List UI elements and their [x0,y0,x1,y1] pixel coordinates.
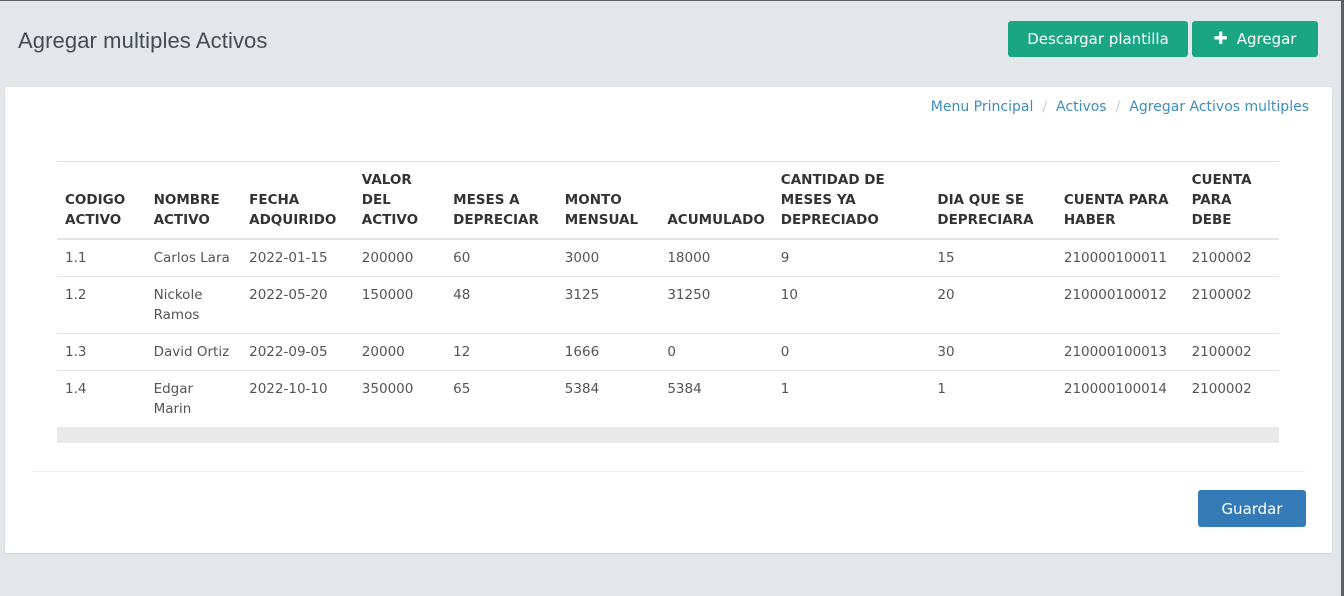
table-cell-cantidad: 10 [772,276,930,334]
table-cell-acumulado: 31250 [659,276,773,334]
column-header-line: MESES A [453,192,520,208]
breadcrumb-separator: / [1115,99,1121,115]
column-header-codigo: CODIGO ACTIVO [57,161,146,240]
table-cell-cuenta-haber: 210000100011 [1055,239,1184,277]
column-header-cuenta-haber: CUENTA PARA HABER [1055,161,1184,240]
table-cell-monto: 3000 [556,239,660,277]
table-cell-valor: 200000 [353,239,446,277]
table-cell-dia: 1 [937,381,946,397]
column-header-line: DEPRECIAR [453,212,539,228]
column-header-line: ACTIVO [361,212,419,228]
table-cell-monto: 1666 [556,333,660,371]
table-cell-cuenta-debe: 2100002 [1191,381,1252,397]
table-row: 1.2 Nickole Ramos 2022-05-20 150000 48 3125 31… [57,276,1279,334]
column-header-meses: MESES A DEPRECIAR [445,161,557,240]
column-header-dia: DIA QUE SE DEPRECIARA [929,161,1056,240]
table-cell-monto: 3125 [556,276,660,334]
table-cell-fecha: 2022-01-15 [241,239,354,277]
table-cell-dia: 30 [929,333,1056,371]
table-cell-cuenta-haber: 210000100013 [1055,333,1184,371]
column-header-line: VALOR DEL [361,172,412,208]
table-header-row: CODIGO ACTIVO NOMBRE ACTIVO FECHA ADQUIRIDO VA… [57,161,1279,240]
table-cell-meses: 60 [445,239,557,277]
table-cell-nombre: Edgar Marin [153,381,194,417]
breadcrumb-activos[interactable]: Activos [1056,99,1107,115]
column-header-line: CUENTA PARA [1063,192,1169,208]
column-header-monto: MONTO MENSUAL [556,161,660,240]
breadcrumb: Menu Principal / Activos / Agregar Activ… [931,99,1309,115]
column-header-line: CODIGO [65,192,126,208]
page-title: Agregar multiples Activos [18,28,268,53]
column-header-line: ACTIVO [153,212,210,228]
table-cell-acumulado: 5384 [667,381,702,397]
table-cell-fecha: 2022-10-10 [249,381,328,397]
table-cell-valor: 350000 [361,381,414,397]
table-cell-codigo: 1.4 [65,381,87,397]
column-header-line: CUENTA [1191,172,1252,188]
column-header-line: FECHA [249,192,300,208]
table-cell-meses: 48 [445,276,557,334]
divider [32,471,1305,472]
column-header-line: ADQUIRIDO [249,212,337,228]
column-header-line: DIA QUE SE [937,192,1025,208]
table-cell-monto: 5384 [564,381,600,397]
table-cell-dia: 20 [929,276,1056,334]
column-header-line: DEPRECIARA [937,212,1034,228]
breadcrumb-separator: / [1042,99,1048,115]
column-header-line: ACTIVO [65,212,122,228]
breadcrumb-menu-principal[interactable]: Menu Principal [931,99,1034,115]
column-header-line: MONTO [564,192,622,208]
add-button[interactable]: ✚ Agregar [1192,21,1318,57]
table-cell-nombre: Carlos Lara [145,239,242,277]
column-header-acumulado: ACUMULADO [659,161,773,240]
table-cell-cuenta-haber: 210000100012 [1055,276,1184,334]
assets-table: CODIGO ACTIVO NOMBRE ACTIVO FECHA ADQUIRIDO VA… [57,161,1279,427]
add-button-label: Agregar [1236,30,1297,48]
table-cell-meses: 12 [445,333,557,371]
table-cell-cantidad: 0 [772,333,930,371]
column-header-line: ACUMULADO [667,212,765,228]
table-cell-codigo: 1.1 [57,239,146,277]
table-cell-valor: 20000 [353,333,446,371]
column-header-valor: VALOR DEL ACTIVO [353,161,446,240]
table-cell-fecha: 2022-05-20 [241,276,354,334]
horizontal-scrollbar[interactable] [57,427,1279,443]
table-cell-valor: 150000 [353,276,446,334]
table-row: 1.4 Edgar Marin 2022-10-10 350000 65 5384 5384… [57,371,1279,428]
table-cell-acumulado: 18000 [659,239,773,277]
table-cell-cantidad: 9 [772,239,930,277]
download-template-button[interactable]: Descargar plantilla [1008,21,1188,57]
table-cell-codigo: 1.3 [57,333,146,371]
table-row: 1.3 David Ortiz 2022-09-05 20000 12 1666 0 0 30 2… [57,333,1279,371]
column-header-fecha: FECHA ADQUIRIDO [241,161,354,240]
table-cell-nombre: Nickole Ramos [145,276,242,334]
breadcrumb-current[interactable]: Agregar Activos multiples [1129,99,1309,115]
column-header-line: MESES YA [780,192,856,208]
column-header-cuenta-debe: CUENTA PARA DEBE [1183,161,1279,240]
column-header-line: CANTIDAD DE [780,172,885,188]
table-cell-cantidad: 1 [780,381,790,397]
column-header-nombre: NOMBRE ACTIVO [145,161,242,240]
plus-icon: ✚ [1213,28,1228,49]
table-cell-fecha: 2022-09-05 [241,333,354,371]
column-header-cantidad: CANTIDAD DE MESES YA DEPRECIADO [772,161,930,240]
table-cell-acumulado: 0 [659,333,773,371]
column-header-line: HABER [1063,212,1116,228]
table-cell-codigo: 1.2 [57,276,146,334]
table-cell-dia: 15 [929,239,1056,277]
column-header-line: PARA DEBE [1191,192,1232,228]
table-cell-cuenta-debe: 2100002 [1183,239,1279,277]
table-cell-cuenta-debe: 2100002 [1183,276,1279,334]
table-cell-cuenta-haber: 210000100014 [1063,381,1167,397]
column-header-line: DEPRECIADO [780,212,879,228]
table-cell-meses: 65 [453,381,471,397]
table-cell-nombre: David Ortiz [145,333,242,371]
column-header-line: NOMBRE [153,192,220,208]
column-header-line: MENSUAL [564,212,639,228]
table-cell-cuenta-debe: 2100002 [1183,333,1279,371]
table-row: 1.1 Carlos Lara 2022-01-15 200000 60 3000 1800… [57,239,1279,277]
save-button[interactable]: Guardar [1198,490,1306,527]
